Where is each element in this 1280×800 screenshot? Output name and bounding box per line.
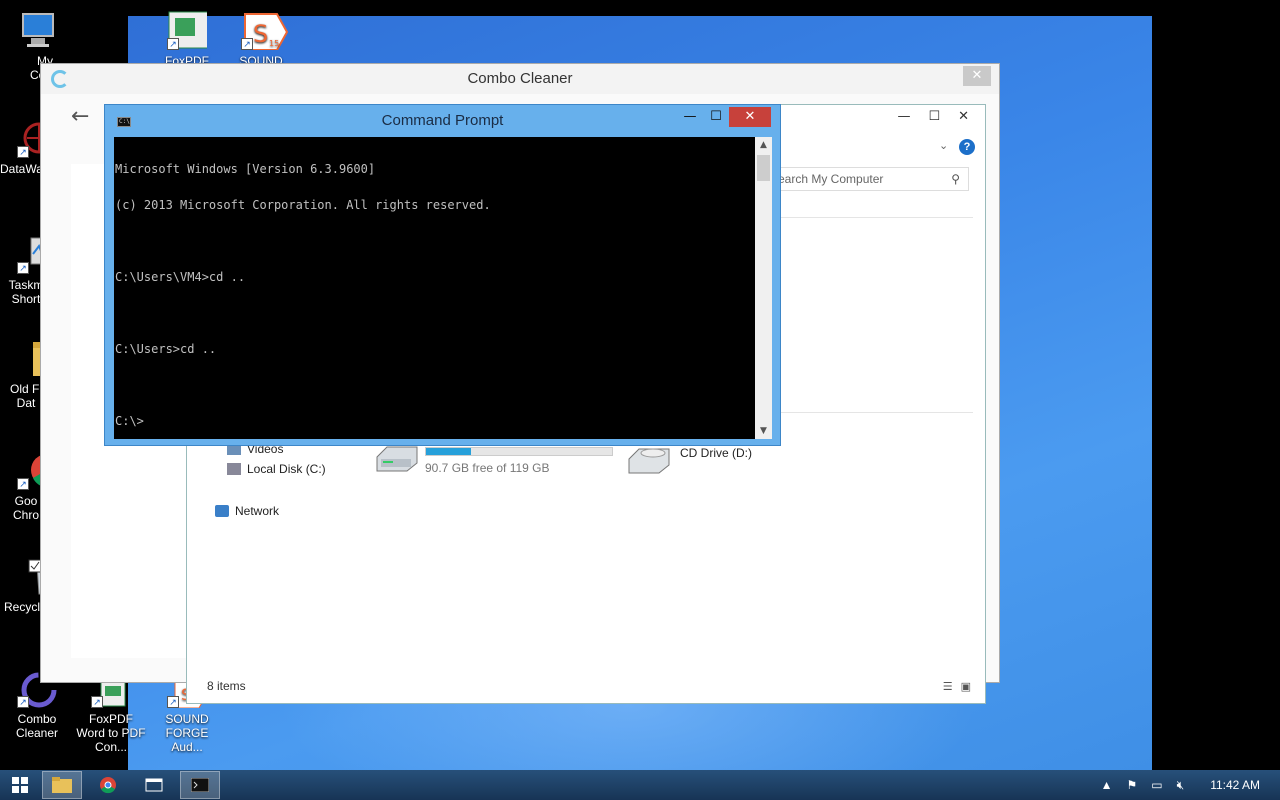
help-icon[interactable]: ? <box>959 139 975 155</box>
desktop-icon-label: SOUND FORGE Aud... <box>165 712 209 754</box>
scroll-down-icon[interactable]: ▼ <box>755 423 772 439</box>
taskbar-chrome[interactable] <box>88 771 128 799</box>
desktop-icon-foxpdf-top[interactable]: ↗ FoxPDF <box>150 10 224 68</box>
taskbar-combo-window[interactable] <box>134 771 174 799</box>
console-scrollbar[interactable]: ▲ ▼ <box>755 137 772 439</box>
console-line: C:\Users>cd .. <box>115 342 217 356</box>
console-line: (c) 2013 Microsoft Corporation. All righ… <box>115 198 491 212</box>
foxpdf-icon: ↗ <box>167 10 210 50</box>
shortcut-arrow-icon: ↗ <box>17 478 29 490</box>
svg-text:S: S <box>253 20 268 48</box>
combo-cleaner-titlebar[interactable]: Combo Cleaner ✕ <box>41 64 999 94</box>
desktop-icon-foxpdf[interactable]: ↗ FoxPDF Word to PDF Con... <box>74 679 148 754</box>
desktop-icon-sound-top[interactable]: S 15 ↗ SOUND <box>224 10 298 68</box>
explorer-window-controls: — ☐ ✕ <box>897 109 969 124</box>
tray-expand-icon[interactable]: ▲ <box>1101 770 1113 800</box>
start-button[interactable] <box>0 771 40 799</box>
cmd-maximize-button[interactable]: ☐ <box>705 107 727 127</box>
console-line: C:\> <box>115 414 144 428</box>
system-tray: ▲ ⚑ ▭ 🔇︎ 11:42 AM <box>1101 770 1280 800</box>
console-line: Microsoft Windows [Version 6.3.9600] <box>115 162 376 176</box>
computer-icon <box>17 10 57 50</box>
console-output[interactable]: Microsoft Windows [Version 6.3.9600] (c)… <box>114 137 755 439</box>
shortcut-arrow-icon: ↗ <box>167 696 179 708</box>
foxpdf-icon: ↗ <box>91 679 131 708</box>
command-prompt-titlebar[interactable]: C:\ Command Prompt — ☐ ✕ <box>105 105 780 137</box>
combo-cleaner-title: Combo Cleaner <box>467 70 573 87</box>
console-icon: C:\ <box>117 117 131 127</box>
explorer-close-button[interactable]: ✕ <box>958 109 969 124</box>
combo-cleaner-close-button[interactable]: ✕ <box>963 66 991 86</box>
nav-item-local-disk[interactable]: Local Disk (C:) <box>227 461 326 477</box>
desktop-icon-label: FoxPDF Word to PDF Con... <box>76 712 146 754</box>
nav-item-label: Network <box>235 504 280 518</box>
cmd-close-button[interactable]: ✕ <box>729 107 771 127</box>
scroll-up-icon[interactable]: ▲ <box>755 137 772 153</box>
nav-item-network[interactable]: Network <box>215 503 279 519</box>
back-arrow-icon[interactable]: ← <box>71 104 89 129</box>
shortcut-arrow-icon: ↗ <box>241 38 253 50</box>
action-center-icon[interactable]: ⚑ <box>1127 770 1138 800</box>
shortcut-arrow-icon: ↗ <box>91 696 103 708</box>
window-icon <box>145 778 163 792</box>
cd-drive-icon[interactable] <box>627 443 675 474</box>
combo-cleaner-logo-icon <box>51 70 69 88</box>
console-line: C:\Users\VM4>cd .. <box>115 270 246 284</box>
taskbar: ▲ ⚑ ▭ 🔇︎ 11:42 AM <box>0 770 1280 800</box>
hard-drive-icon[interactable] <box>373 443 421 472</box>
taskbar-command-prompt[interactable] <box>180 771 220 799</box>
shortcut-arrow-icon: ↗ <box>167 38 179 50</box>
drive-usage-fill <box>426 448 471 455</box>
desktop-icon-label: Recycl <box>3 600 40 614</box>
network-icon[interactable]: ▭ <box>1151 770 1162 800</box>
desktop-icon-label: Goo Chro <box>12 494 39 522</box>
divider <box>773 412 973 413</box>
cmd-minimize-button[interactable]: — <box>679 107 701 127</box>
sound-forge-icon: S 15 ↗ <box>241 10 289 51</box>
windows-logo-icon <box>12 777 28 793</box>
scroll-thumb[interactable] <box>757 155 770 181</box>
status-item-count: 8 items <box>207 679 246 693</box>
shortcut-arrow-icon: ↗ <box>17 146 29 158</box>
desktop-icon-label: Combo Cleaner <box>15 712 59 740</box>
svg-text:15: 15 <box>269 39 279 48</box>
taskbar-file-explorer[interactable] <box>42 771 82 799</box>
view-toggle: ☰ ▣ <box>943 680 971 693</box>
chevron-down-icon[interactable]: ⌄ <box>939 139 948 152</box>
drive-icon <box>227 463 241 475</box>
explorer-maximize-button[interactable]: ☐ <box>928 109 940 124</box>
file-explorer-icon <box>52 777 72 793</box>
divider <box>773 217 973 218</box>
cd-drive-label[interactable]: CD Drive (D:) <box>680 445 752 461</box>
drive-usage-bar <box>425 447 613 456</box>
shortcut-arrow-icon: ↗ <box>17 262 29 274</box>
clock[interactable]: 11:42 AM <box>1210 770 1260 800</box>
shortcut-arrow-icon: ↗ <box>17 696 29 708</box>
tiles-view-icon[interactable]: ▣ <box>961 680 971 693</box>
chrome-icon <box>100 777 116 794</box>
volume-muted-icon[interactable]: 🔇︎ <box>1177 770 1185 800</box>
command-prompt-window[interactable]: C:\ Command Prompt — ☐ ✕ Microsoft Windo… <box>104 104 781 446</box>
search-input[interactable]: earch My Computer ⚲ <box>773 167 969 191</box>
search-icon: ⚲ <box>951 172 960 186</box>
explorer-minimize-button[interactable]: — <box>897 109 910 124</box>
search-placeholder: earch My Computer <box>778 172 884 186</box>
details-view-icon[interactable]: ☰ <box>943 680 953 693</box>
console-icon <box>191 778 209 792</box>
network-icon <box>215 505 229 517</box>
nav-item-label: Local Disk (C:) <box>247 462 326 476</box>
command-prompt-title: Command Prompt <box>381 112 504 129</box>
drive-free-space: 90.7 GB free of 119 GB <box>425 461 550 475</box>
